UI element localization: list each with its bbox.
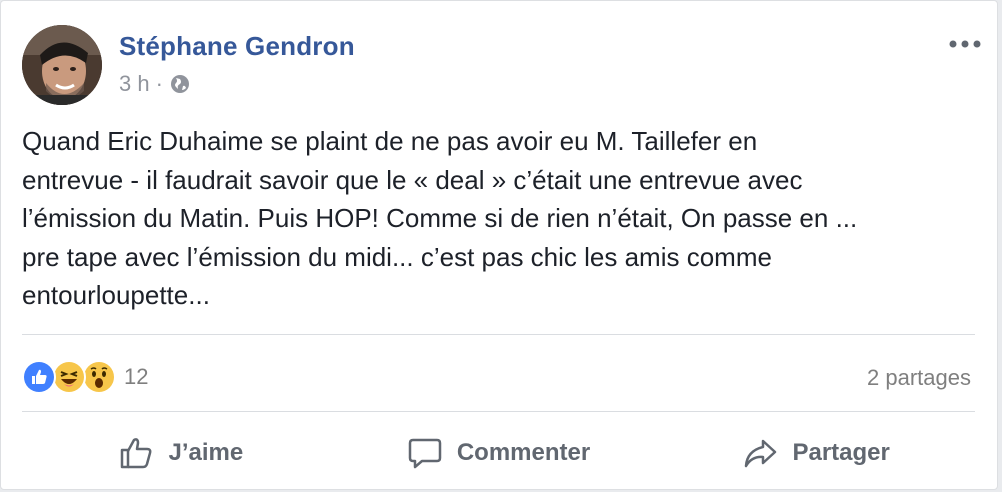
meta-separator: · (155, 71, 163, 96)
share-label: Partager (792, 439, 890, 466)
comment-label: Commenter (456, 439, 591, 466)
share-button[interactable]: Partager (657, 423, 975, 483)
like-icon (22, 360, 56, 394)
more-options-icon[interactable] (948, 37, 982, 51)
globe-icon[interactable] (169, 73, 191, 95)
reaction-count[interactable]: 12 (124, 364, 148, 390)
comment-icon (407, 435, 443, 471)
avatar[interactable] (22, 25, 102, 105)
share-arrow-icon (742, 435, 778, 471)
author-name[interactable]: Stéphane Gendron (119, 31, 355, 62)
haha-icon (52, 360, 86, 394)
divider (22, 334, 975, 335)
post-text: Quand Eric Duhaime se plaint de ne pas a… (22, 126, 858, 310)
share-count[interactable]: 2 partages (867, 365, 971, 391)
like-label: J’aime (168, 439, 244, 466)
wow-icon (82, 360, 116, 394)
comment-button[interactable]: Commenter (340, 423, 658, 483)
thumbs-up-icon (118, 435, 154, 471)
post-meta: 3 h · (119, 71, 191, 97)
like-button[interactable]: J’aime (22, 423, 340, 483)
reactions-summary[interactable]: 12 (22, 359, 148, 395)
post-timestamp[interactable]: 3 h (119, 71, 150, 97)
divider (22, 411, 975, 412)
action-bar: J’aime Commenter Partager (22, 423, 975, 483)
post-card: Stéphane Gendron 3 h · Quand Eric Duhaim… (0, 0, 998, 490)
